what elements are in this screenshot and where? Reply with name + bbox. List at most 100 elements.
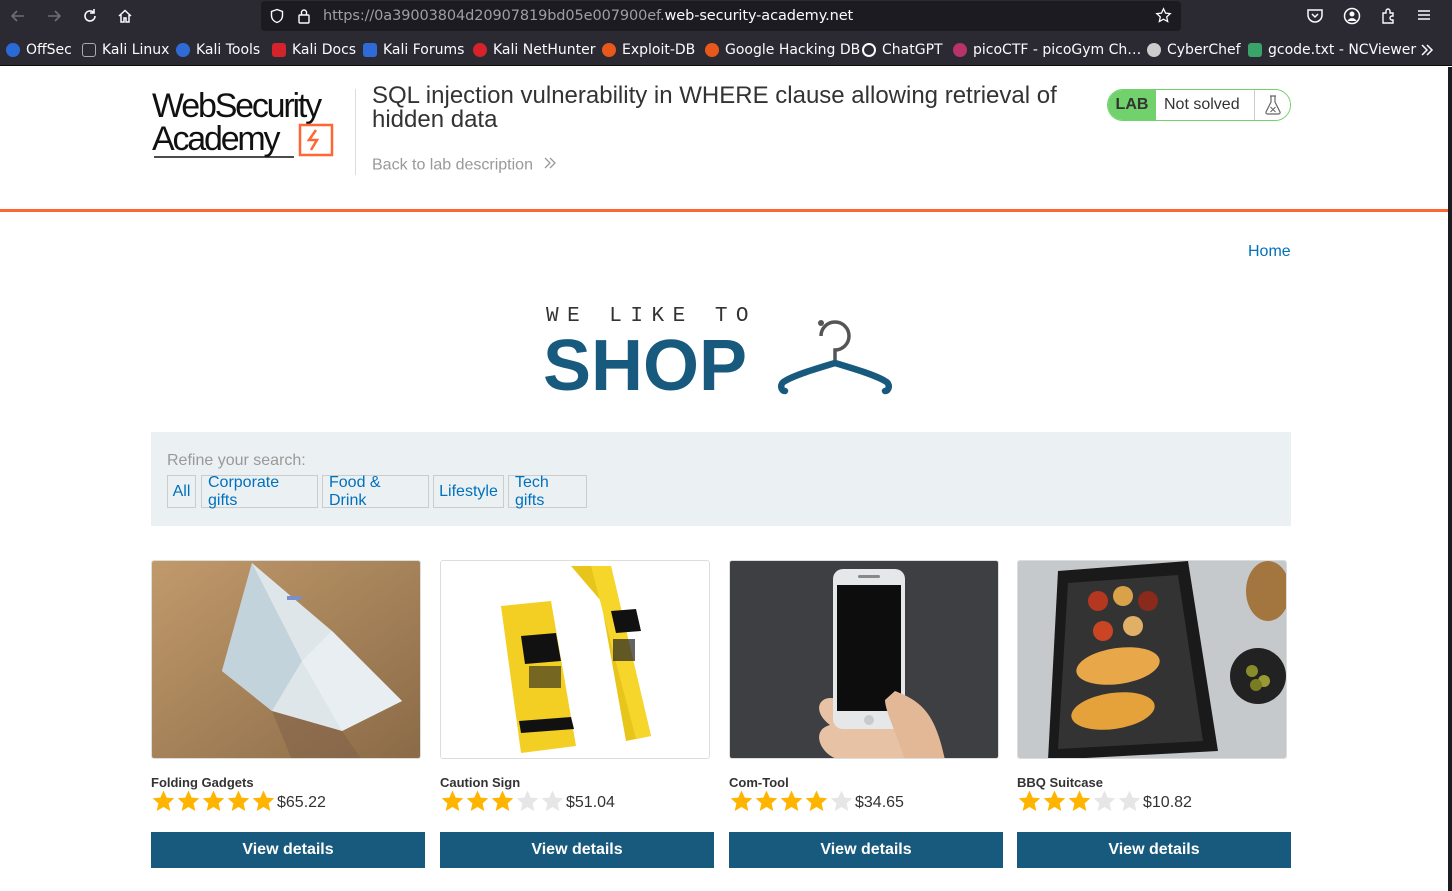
star-filled-icon [755, 790, 778, 811]
star-empty-icon [1093, 790, 1116, 811]
kali-tools-icon [176, 43, 190, 57]
svg-text:Academy: Academy [152, 120, 281, 158]
lab-status-badge: LAB Not solved [1107, 89, 1291, 121]
product-card: Folding Gadgets $65.22 View details [151, 560, 425, 868]
ncviewer-icon [1248, 43, 1262, 57]
lab-status-text: Not solved [1156, 90, 1255, 120]
ghdb-icon [705, 43, 719, 57]
bookmark-picoctf[interactable]: picoCTF - picoGym Ch… [953, 41, 1141, 59]
account-icon[interactable] [1343, 7, 1361, 30]
window-edge [1448, 67, 1452, 891]
view-details-button[interactable]: View details [440, 832, 714, 868]
bookmark-chatgpt[interactable]: ChatGPT [862, 41, 943, 59]
search-filters: Refine your search: All Corporate gifts … [151, 432, 1291, 526]
product-name: Caution Sign [440, 775, 521, 790]
bookmark-kali-nethunter[interactable]: Kali NetHunter [473, 41, 595, 59]
product-card: Caution Sign $51.04 View details [440, 560, 714, 868]
page-content: WebSecurity Academy SQL injection vulner… [0, 67, 1448, 891]
bookmark-kali-forums[interactable]: Kali Forums [363, 41, 464, 59]
double-chevron-right-icon [543, 156, 557, 175]
product-image-bbq-suitcase[interactable] [1017, 560, 1287, 759]
home-icon[interactable] [113, 4, 137, 28]
kali-forums-icon [363, 43, 377, 57]
view-details-button[interactable]: View details [1017, 832, 1291, 868]
reload-icon[interactable] [78, 4, 102, 28]
rating-stars [151, 789, 276, 815]
star-filled-icon [1043, 790, 1066, 811]
web-security-academy-logo[interactable]: WebSecurity Academy [151, 87, 351, 166]
lab-title: SQL injection vulnerability in WHERE cla… [372, 82, 1057, 133]
bookmark-kali-tools[interactable]: Kali Tools [176, 41, 260, 59]
offsec-icon [6, 43, 20, 57]
product-price: $10.82 [1143, 794, 1192, 811]
product-price: $51.04 [566, 794, 615, 811]
product-name: Folding Gadgets [151, 775, 254, 790]
star-empty-icon [516, 790, 539, 811]
nethunter-icon [473, 43, 487, 57]
exploit-db-icon [602, 43, 616, 57]
kali-docs-icon [272, 43, 286, 57]
we-like-to-shop-logo: WE LIKE TO SHOP [543, 303, 900, 406]
pocket-icon[interactable] [1306, 7, 1324, 30]
star-empty-icon [541, 790, 564, 811]
star-filled-icon [466, 790, 489, 811]
extensions-icon[interactable] [1380, 7, 1398, 30]
filter-tech-gifts[interactable]: Tech gifts [508, 474, 587, 509]
more-bookmarks-chevron-icon[interactable] [1419, 42, 1435, 63]
view-details-button[interactable]: View details [729, 832, 1003, 868]
lab-tag: LAB [1108, 90, 1156, 120]
back-arrow-icon[interactable] [6, 4, 30, 28]
cyberchef-icon [1147, 43, 1161, 57]
header-accent-rule [0, 209, 1448, 212]
product-image-folding-gadgets[interactable] [151, 560, 421, 759]
bookmark-kali-linux[interactable]: Kali Linux [82, 41, 169, 59]
star-empty-icon [830, 790, 853, 811]
flask-icon[interactable] [1255, 90, 1290, 120]
product-image-com-tool[interactable] [729, 560, 999, 759]
bookmark-cyberchef[interactable]: CyberChef [1147, 41, 1241, 59]
address-bar[interactable]: https://0a39003804d20907819bd05e007900ef… [261, 1, 1181, 31]
shield-icon[interactable] [269, 8, 285, 29]
star-filled-icon [805, 790, 828, 811]
filter-all[interactable]: All [167, 475, 196, 508]
lock-icon[interactable] [297, 8, 311, 29]
bookmark-star-icon[interactable] [1155, 7, 1172, 29]
star-filled-icon [730, 790, 753, 811]
bookmark-gcode-ncviewer[interactable]: gcode.txt - NCViewer [1248, 41, 1416, 59]
browser-toolbar: https://0a39003804d20907819bd05e007900ef… [0, 0, 1452, 32]
svg-text:WE LIKE TO: WE LIKE TO [546, 305, 757, 328]
product-price: $34.65 [855, 794, 904, 811]
star-filled-icon [441, 790, 464, 811]
star-filled-icon [1068, 790, 1091, 811]
star-filled-icon [227, 790, 250, 811]
filter-food-drink[interactable]: Food & Drink [322, 474, 429, 509]
bookmark-google-hacking-db[interactable]: Google Hacking DB [705, 41, 860, 59]
product-image-caution-sign[interactable] [440, 560, 710, 759]
home-link[interactable]: Home [1248, 243, 1291, 261]
filters-label: Refine your search: [167, 452, 306, 469]
chatgpt-icon [862, 43, 876, 57]
star-filled-icon [177, 790, 200, 811]
product-price: $65.22 [277, 794, 326, 811]
view-details-button[interactable]: View details [151, 832, 425, 868]
star-filled-icon [152, 790, 175, 811]
bookmark-exploit-db[interactable]: Exploit-DB [602, 41, 695, 59]
header-divider [355, 89, 356, 175]
rating-stars [1017, 789, 1142, 815]
svg-text:SHOP: SHOP [545, 326, 747, 395]
kali-dragon-icon [82, 43, 96, 57]
forward-arrow-icon[interactable] [42, 4, 66, 28]
filter-lifestyle[interactable]: Lifestyle [433, 475, 504, 508]
product-card: Com-Tool $34.65 View details [729, 560, 1003, 868]
rating-stars [729, 789, 854, 815]
bookmarks-bar: OffSec Kali Linux Kali Tools Kali Docs K… [0, 32, 1452, 66]
back-to-lab-description-link[interactable]: Back to lab description [372, 156, 557, 175]
filter-corporate-gifts[interactable]: Corporate gifts [201, 474, 318, 509]
rating-stars [440, 789, 565, 815]
url-text[interactable]: https://0a39003804d20907819bd05e007900ef… [323, 8, 853, 24]
bookmark-offsec[interactable]: OffSec [6, 41, 72, 59]
bookmark-kali-docs[interactable]: Kali Docs [272, 41, 356, 59]
picoctf-icon [953, 43, 967, 57]
menu-icon[interactable] [1416, 7, 1432, 28]
star-empty-icon [1118, 790, 1141, 811]
